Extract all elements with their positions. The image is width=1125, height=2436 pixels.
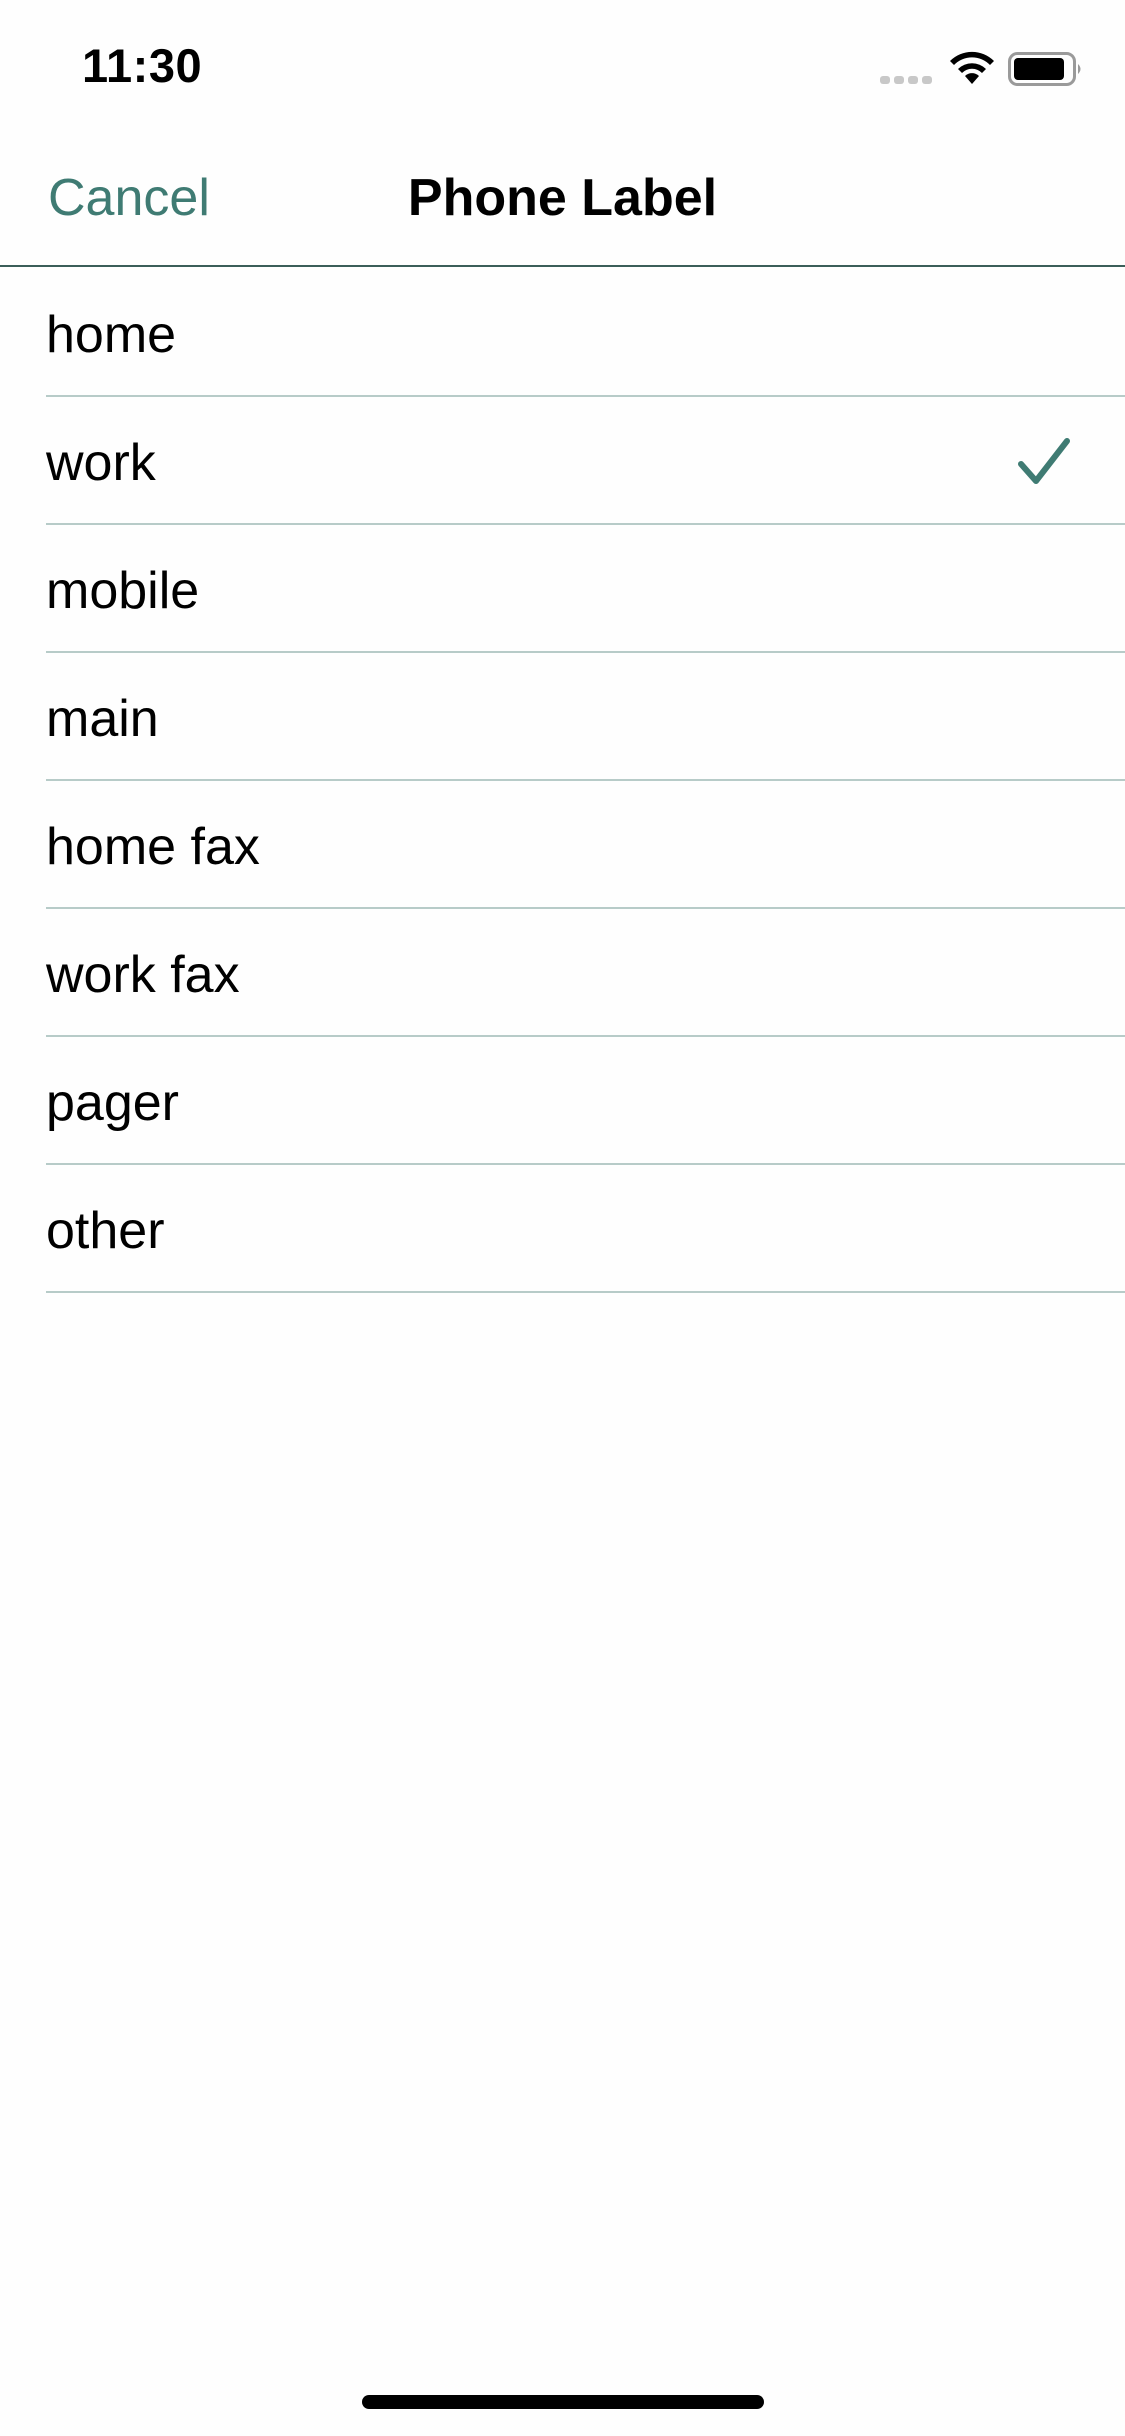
list-item-label: home fax	[46, 818, 260, 876]
list-item-label: main	[46, 690, 159, 748]
home-indicator[interactable]	[362, 2395, 764, 2409]
checkmark-icon	[1018, 438, 1070, 484]
list-item-label: work	[46, 434, 156, 492]
phone-label-list: home work mobile main home fax work fax …	[0, 269, 1125, 1293]
status-bar: 11:30	[0, 0, 1125, 132]
label-option-home-fax[interactable]: home fax	[0, 781, 1125, 909]
list-item-label: mobile	[46, 562, 200, 620]
label-option-work[interactable]: work	[0, 397, 1125, 525]
signal-icon	[880, 76, 932, 84]
list-item-label: other	[46, 1202, 165, 1260]
list-item-label: pager	[46, 1074, 179, 1132]
nav-bar: Phone Label Cancel	[0, 132, 1125, 267]
label-option-mobile[interactable]: mobile	[0, 525, 1125, 653]
label-option-home[interactable]: home	[0, 269, 1125, 397]
battery-icon	[1008, 52, 1081, 86]
status-time: 11:30	[82, 39, 203, 92]
phone-label-screen: 11:30 Phone Label Cancel home work mobil…	[0, 0, 1125, 2436]
label-option-other[interactable]: other	[0, 1165, 1125, 1293]
list-item-label: work fax	[46, 946, 240, 1004]
wifi-icon	[950, 51, 994, 84]
cancel-button[interactable]: Cancel	[48, 168, 210, 228]
label-option-main[interactable]: main	[0, 653, 1125, 781]
label-option-pager[interactable]: pager	[0, 1037, 1125, 1165]
label-option-work-fax[interactable]: work fax	[0, 909, 1125, 1037]
list-item-label: home	[46, 306, 177, 364]
